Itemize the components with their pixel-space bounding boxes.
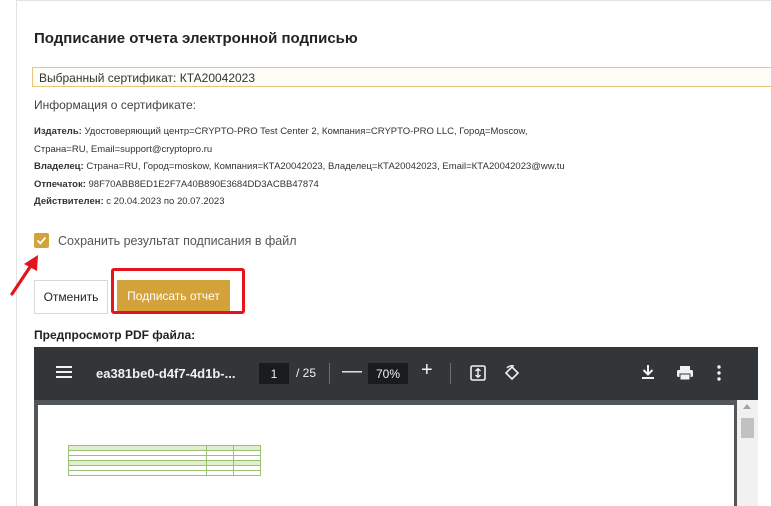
- pdf-page-table-thumbnail: [68, 445, 261, 476]
- certificate-info: Издатель: Удостоверяющий центр=CRYPTO-PR…: [34, 123, 734, 211]
- cancel-button[interactable]: Отменить: [34, 280, 108, 314]
- save-to-file-label[interactable]: Сохранить результат подписания в файл: [58, 234, 297, 248]
- pdf-page: [38, 405, 734, 506]
- rotate-icon[interactable]: [503, 364, 521, 382]
- page-total: / 25: [296, 366, 317, 380]
- fit-page-icon[interactable]: [470, 365, 486, 381]
- certificate-select[interactable]: Выбранный сертификат: КТА20042023: [32, 67, 771, 87]
- print-icon[interactable]: [676, 365, 694, 381]
- checkmark-icon: [36, 236, 47, 245]
- toolbar-divider: [450, 363, 451, 384]
- zoom-input[interactable]: 70%: [368, 363, 408, 384]
- pdf-preview-label: Предпросмотр PDF файла:: [34, 328, 196, 342]
- dialog-title: Подписание отчета электронной подписью: [34, 30, 358, 47]
- download-icon[interactable]: [641, 364, 655, 380]
- sign-report-button[interactable]: Подписать отчет: [117, 280, 230, 311]
- scrollbar-thumb[interactable]: [741, 418, 754, 438]
- info-thumbprint: Отпечаток: 98F70ABB8ED1E2F7A40B890E3684D…: [34, 178, 319, 190]
- info-owner: Владелец: Страна=RU, Город=moskow, Компа…: [34, 161, 565, 172]
- pdf-toolbar: ea381be0-d4f7-4d1b-... 1 / 25 — 70% +: [34, 347, 758, 400]
- menu-icon[interactable]: [56, 365, 72, 379]
- more-icon[interactable]: [717, 365, 721, 381]
- certificate-info-label: Информация о сертификате:: [34, 98, 196, 112]
- info-issuer: Издатель: Удостоверяющий центр=CRYPTO-PR…: [34, 126, 528, 137]
- scroll-up-icon[interactable]: [743, 404, 751, 409]
- zoom-in-button[interactable]: +: [421, 359, 433, 382]
- pdf-scrollbar[interactable]: [737, 400, 758, 506]
- toolbar-divider: [329, 363, 330, 384]
- page-number-input[interactable]: 1: [259, 363, 289, 384]
- pdf-viewer: ea381be0-d4f7-4d1b-... 1 / 25 — 70% +: [34, 347, 758, 506]
- pdf-file-name: ea381be0-d4f7-4d1b-...: [96, 366, 236, 381]
- info-issuer-cont: Страна=RU, Email=support@cryptopro.ru: [34, 143, 213, 155]
- info-validity: Действителен: с 20.04.2023 по 20.07.2023: [34, 196, 225, 207]
- zoom-out-button[interactable]: —: [342, 360, 362, 383]
- save-to-file-checkbox[interactable]: [34, 233, 49, 248]
